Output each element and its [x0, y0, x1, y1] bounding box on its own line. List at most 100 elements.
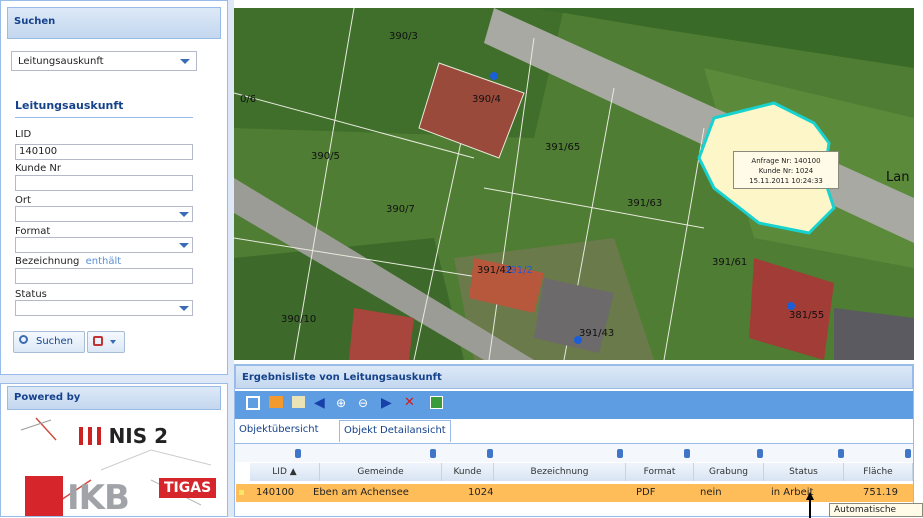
parcel-label: Lan: [886, 170, 910, 185]
format-select[interactable]: [15, 237, 193, 253]
bezeichnung-input[interactable]: [15, 268, 193, 284]
tooltip-line: Kunde Nr: 1024: [758, 167, 814, 175]
cell-flaeche: 751.19: [863, 487, 898, 498]
kunde-input[interactable]: [15, 175, 193, 191]
parcel-label: 391/63: [627, 198, 663, 209]
tab-objektuebersicht[interactable]: Objektübersicht: [239, 424, 319, 435]
parcel-label: 0/6: [240, 94, 257, 105]
map-pin-icon[interactable]: [574, 336, 582, 344]
filter-icon[interactable]: [905, 449, 911, 458]
parcel-label: 391/2: [504, 265, 533, 276]
column-header-lid[interactable]: LID ▲: [250, 463, 320, 481]
cell-format: PDF: [636, 487, 656, 498]
ort-label: Ort: [15, 195, 31, 206]
panel-splitter[interactable]: [0, 375, 228, 383]
column-header-flaeche[interactable]: Fläche: [844, 463, 913, 481]
search-type-select[interactable]: Leitungsauskunft: [11, 51, 197, 71]
filter-row: [235, 444, 913, 462]
nis-logo-bars: [88, 427, 93, 445]
nis-logo: NIS 2: [79, 424, 168, 448]
nis-logo-bars: [79, 427, 83, 445]
section-divider: [15, 117, 193, 118]
powered-panel-header[interactable]: Powered by: [7, 386, 221, 410]
kunde-label: Kunde Nr: [15, 163, 62, 174]
filter-icon[interactable]: [487, 449, 493, 458]
results-tabs: Objektübersicht Objekt Detailansicht: [235, 420, 913, 444]
selection-tooltip: Anfrage Nr: 140100 Kunde Nr: 1024 15.11.…: [733, 151, 839, 189]
arrow-right-icon[interactable]: ▶: [381, 396, 395, 410]
search-panel: Suchen Leitungsauskunft Leitungsauskunft…: [0, 0, 228, 375]
column-header-format[interactable]: Format: [626, 463, 694, 481]
arrow-left-icon[interactable]: ◀: [314, 396, 328, 410]
chevron-down-icon: [110, 340, 116, 344]
tooltip-line: Anfrage Nr: 140100: [751, 157, 821, 165]
parcel-label: 390/7: [386, 204, 415, 215]
chevron-down-icon[interactable]: [179, 243, 189, 248]
row-marker: [239, 490, 244, 495]
cursor-arrow-icon: [806, 492, 814, 518]
nis-logo-text: NIS 2: [108, 424, 169, 448]
map-view[interactable]: 390/3 390/4 390/5 390/7 390/10 391/65 39…: [234, 8, 914, 360]
ikb-logo: IKB: [67, 478, 130, 517]
tab-objekt-detailansicht[interactable]: Objekt Detailansicht: [339, 420, 451, 442]
search-panel-header[interactable]: Suchen: [7, 7, 221, 39]
form-section-title: Leitungsauskunft: [15, 99, 124, 112]
status-label: Status: [15, 289, 47, 300]
zoom-in-icon[interactable]: ⊕: [336, 396, 350, 410]
chevron-down-icon[interactable]: [179, 306, 189, 311]
ort-select[interactable]: [15, 206, 193, 222]
parcel-label: 391/61: [712, 257, 748, 268]
layer-icon[interactable]: [269, 396, 283, 408]
cell-gemeinde: Eben am Achensee: [313, 487, 409, 498]
format-label: Format: [15, 226, 51, 237]
delete-icon[interactable]: ✕: [404, 396, 418, 410]
chevron-down-icon[interactable]: [180, 59, 190, 64]
cell-grabung: nein: [700, 487, 722, 498]
search-button-label: Suchen: [36, 336, 74, 347]
bezeichnung-label-text: Bezeichnung: [15, 256, 80, 267]
map-pin-icon[interactable]: [490, 72, 498, 80]
cell-tooltip: Automatische: [829, 503, 923, 517]
nis-logo-bars: [97, 427, 102, 445]
parcel-label: 390/3: [389, 31, 418, 42]
status-select[interactable]: [15, 300, 193, 316]
results-panel-header[interactable]: Ergebnisliste von Leitungsauskunft: [235, 365, 913, 389]
magnifier-icon: [19, 335, 28, 344]
cell-lid: 140100: [256, 487, 295, 498]
parcel-label: 391/65: [545, 142, 581, 153]
lid-label: LID: [15, 129, 32, 140]
lid-input[interactable]: 140100: [15, 144, 193, 160]
filter-icon[interactable]: [430, 449, 436, 458]
column-header-grabung[interactable]: Grabung: [694, 463, 764, 481]
search-options-button[interactable]: [87, 331, 125, 353]
parcel-label: 390/5: [311, 151, 340, 162]
column-header-status[interactable]: Status: [764, 463, 844, 481]
tigas-logo: TIGAS: [159, 478, 217, 498]
parcel-label: 381/55: [789, 310, 825, 321]
search-button[interactable]: Suchen: [13, 331, 85, 353]
zoom-out-icon[interactable]: ⊖: [358, 396, 372, 410]
filter-icon[interactable]: [757, 449, 763, 458]
parcel-label: 391/43: [579, 328, 615, 339]
column-header-bezeichnung[interactable]: Bezeichnung: [494, 463, 626, 481]
column-header-kunde[interactable]: Kunde: [442, 463, 494, 481]
search-type-value: Leitungsauskunft: [18, 56, 104, 67]
powered-panel: Powered by NIS 2 IKB TIGAS: [0, 383, 228, 517]
map-pin-icon[interactable]: [787, 302, 795, 310]
filter-icon[interactable]: [617, 449, 623, 458]
filter-icon[interactable]: [684, 449, 690, 458]
bezeichnung-label: Bezeichnung enthält: [15, 256, 121, 267]
column-header-gemeinde[interactable]: Gemeinde: [320, 463, 442, 481]
filter-icon[interactable]: [838, 449, 844, 458]
cell-kunde: 1024: [468, 487, 494, 498]
ikb-logo-block: [25, 476, 63, 516]
filter-icon[interactable]: [295, 449, 301, 458]
reset-icon: [93, 336, 103, 346]
bezeichnung-hint: enthält: [85, 256, 122, 267]
zoom-box-icon[interactable]: [246, 396, 260, 410]
chevron-down-icon[interactable]: [179, 212, 189, 217]
parcel-label: 390/10: [281, 314, 317, 325]
parcel-label: 390/4: [472, 94, 501, 105]
excel-export-icon[interactable]: [430, 396, 443, 409]
table-icon[interactable]: [292, 396, 305, 408]
